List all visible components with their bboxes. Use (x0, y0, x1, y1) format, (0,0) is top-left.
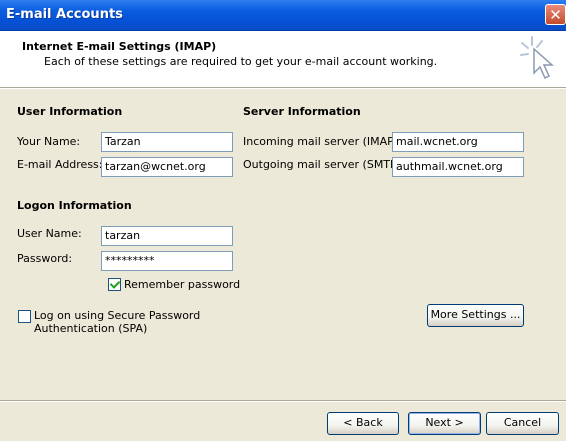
close-button[interactable]: ✕ (545, 4, 566, 25)
header-separator (0, 88, 566, 89)
incoming-server-label: Incoming mail server (IMAP): (243, 135, 402, 148)
back-button[interactable]: < Back (327, 412, 399, 435)
footer-separator (0, 400, 566, 402)
user-name-field[interactable]: tarzan (101, 226, 233, 246)
next-button[interactable]: Next > (408, 412, 481, 435)
your-name-label: Your Name: (17, 135, 81, 148)
email-address-field[interactable]: tarzan@wcnet.org (101, 157, 233, 177)
password-field[interactable]: ********* (101, 251, 233, 271)
cancel-button[interactable]: Cancel (486, 412, 559, 435)
close-icon: ✕ (549, 6, 562, 24)
user-info-heading: User Information (17, 105, 123, 118)
remember-password-label: Remember password (124, 278, 241, 291)
window-title: E-mail Accounts (6, 7, 123, 22)
email-address-label: E-mail Address: (17, 158, 103, 171)
spa-label-line1: Log on using Secure Password (34, 309, 201, 322)
password-label: Password: (17, 252, 73, 265)
outgoing-server-field[interactable]: authmail.wcnet.org (392, 157, 524, 177)
page-title: Internet E-mail Settings (IMAP) (22, 40, 217, 53)
incoming-server-field[interactable]: mail.wcnet.org (392, 132, 524, 152)
spa-label-line2: Authentication (SPA) (34, 322, 148, 335)
server-info-heading: Server Information (243, 105, 361, 118)
cursor-sparkle-icon (520, 36, 554, 80)
your-name-field[interactable]: Tarzan (101, 132, 233, 152)
logon-info-heading: Logon Information (17, 199, 132, 212)
title-bar: E-mail Accounts ✕ (0, 0, 566, 31)
more-settings-button[interactable]: More Settings ... (427, 304, 524, 327)
wizard-header: Internet E-mail Settings (IMAP) Each of … (0, 31, 566, 88)
spa-checkbox[interactable] (18, 310, 31, 323)
page-subtitle: Each of these settings are required to g… (44, 55, 438, 68)
user-name-label: User Name: (17, 227, 82, 240)
outgoing-server-label: Outgoing mail server (SMTP): (243, 158, 405, 171)
remember-password-checkbox[interactable] (108, 278, 121, 291)
